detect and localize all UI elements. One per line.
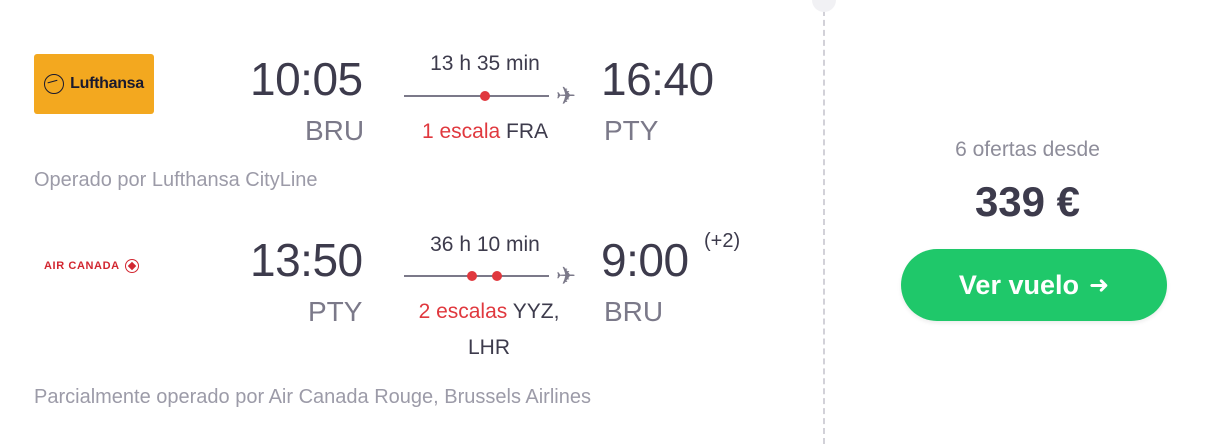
plus-days-badge: (+2): [704, 230, 741, 252]
lufthansa-logo-text: Lufthansa: [70, 75, 144, 92]
crane-icon: [44, 74, 65, 94]
offers-count: 6 ofertas desde: [955, 138, 1100, 161]
air-canada-logo: AIR CANADA: [44, 256, 139, 276]
stop-dot: [492, 271, 502, 281]
price: 339 €: [974, 178, 1081, 225]
operated-by: Operado por Lufthansa CityLine: [34, 169, 318, 191]
arrival-airport: PTY: [604, 115, 659, 146]
arrival-time: 9:00: [601, 234, 689, 286]
plane-icon: ✈: [556, 262, 577, 290]
stop-dot: [467, 271, 477, 281]
stops-info: 2 escalas YYZ, LHR: [394, 294, 584, 366]
air-canada-logo-text: AIR CANADA: [44, 260, 120, 272]
arrival-airport: BRU: [604, 296, 664, 327]
stops-airports: FRA: [506, 120, 549, 143]
departure-airport: PTY: [308, 296, 363, 327]
stops-count: 1 escala: [421, 120, 501, 143]
price-panel: 6 ofertas desde 339 € Ver vuelo ➜: [825, 0, 1230, 444]
stops-airports: YYZ,: [512, 300, 560, 323]
operated-by: Parcialmente operado por Air Canada Roug…: [34, 386, 591, 408]
maple-leaf-icon: [124, 259, 139, 273]
stops-airports-line2: LHR: [467, 336, 510, 359]
plane-icon: ✈: [556, 82, 577, 110]
arrival-time: 16:40: [601, 53, 714, 105]
arrow-right-icon: ➜: [1088, 271, 1110, 299]
stops-count: 2 escalas: [418, 300, 508, 323]
flight-duration: 36 h 10 min: [430, 233, 540, 256]
route-track: ✈: [404, 82, 584, 110]
departure-airport: BRU: [305, 115, 365, 146]
flight-duration: 13 h 35 min: [430, 52, 540, 75]
route-track: ✈: [404, 262, 584, 290]
route-line: [404, 95, 549, 97]
departure-time: 13:50: [250, 234, 363, 286]
departure-time: 10:05: [250, 53, 363, 105]
stops-info: 1 escala FRA: [400, 114, 570, 150]
view-flight-label: Ver vuelo: [958, 269, 1079, 300]
lufthansa-logo: Lufthansa: [34, 54, 154, 114]
view-flight-button[interactable]: Ver vuelo ➜: [901, 249, 1167, 321]
flight-result-card[interactable]: Lufthansa 10:05 BRU 13 h 35 min ✈ 1 esca…: [0, 0, 1230, 444]
stop-dot: [480, 91, 490, 101]
